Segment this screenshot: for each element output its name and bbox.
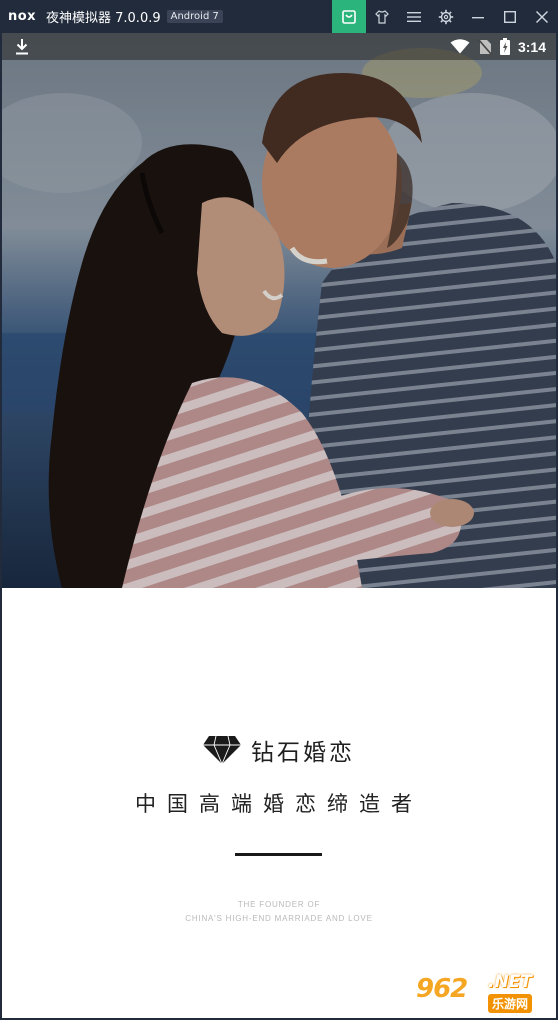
emulator-title-bar: nox 夜神模拟器 7.0.0.9 Android 7	[0, 0, 558, 33]
android-status-bar: 3:14	[2, 33, 556, 60]
emulator-title: 夜神模拟器 7.0.0.9	[46, 11, 161, 26]
app-logo: 钻石婚恋	[2, 733, 556, 767]
nox-logo: nox	[8, 8, 40, 24]
close-icon	[536, 10, 548, 23]
close-button[interactable]	[526, 0, 558, 33]
phone-screen: 3:14 钻石婚恋 中国高端婚恋缔造者 THE FOUNDER OF CHINA…	[2, 33, 556, 1018]
settings-gear-icon	[438, 9, 454, 24]
no-sim-icon	[477, 38, 492, 55]
app-store-button[interactable]	[332, 0, 366, 33]
watermark-site: 乐游网	[488, 994, 533, 1013]
diamond-icon	[203, 736, 241, 764]
minimize-icon	[472, 16, 484, 18]
settings-button[interactable]	[430, 0, 462, 33]
wifi-icon	[450, 39, 470, 54]
english-tagline-line1: THE FOUNDER OF	[237, 900, 321, 909]
maximize-icon	[504, 10, 516, 23]
couple-illustration	[2, 33, 556, 588]
menu-button[interactable]	[398, 0, 430, 33]
download-icon	[16, 39, 28, 55]
nox-logo-text: nox	[8, 8, 37, 24]
status-time: 3:14	[517, 38, 546, 55]
english-tagline-line2: CHINA'S HIGH-END MARRIADE AND LOVE	[185, 914, 373, 923]
minimize-button[interactable]	[462, 0, 494, 33]
couple-photo	[2, 33, 556, 588]
shirt-icon	[375, 9, 389, 24]
emulator-controls	[332, 0, 558, 33]
skin-button[interactable]	[366, 0, 398, 33]
divider	[235, 853, 322, 856]
watermark-number: 962	[416, 974, 468, 1004]
maximize-button[interactable]	[494, 0, 526, 33]
slogan: 中国高端婚恋缔造者	[135, 792, 423, 816]
site-watermark: 962 .NET 乐游网	[416, 970, 552, 1018]
android-version-badge: Android 7	[166, 10, 223, 23]
menu-icon	[407, 11, 421, 22]
brand-section: 钻石婚恋 中国高端婚恋缔造者 THE FOUNDER OF CHINA'S HI…	[2, 588, 556, 1018]
battery-charging-icon	[499, 38, 510, 55]
app-logo-text: 钻石婚恋	[251, 740, 355, 766]
watermark-suffix: .NET	[488, 972, 532, 992]
app-store-icon	[342, 9, 356, 24]
english-tagline: THE FOUNDER OF CHINA'S HIGH-END MARRIADE…	[2, 898, 556, 926]
